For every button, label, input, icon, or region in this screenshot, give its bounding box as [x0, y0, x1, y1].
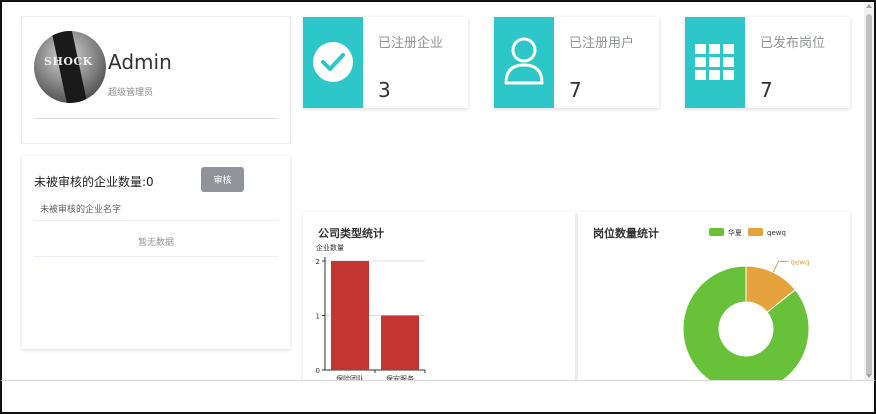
table-divider	[34, 220, 278, 221]
stat-label: 已注册企业	[378, 36, 444, 51]
bar	[381, 315, 419, 370]
profile-divider	[34, 118, 278, 119]
profile-name: Admin	[108, 50, 172, 74]
y-axis-label: 企业数量	[316, 243, 344, 252]
stat-card-companies: 已注册企业 3	[303, 17, 468, 108]
pending-count: 未被审核的企业数量:0	[34, 175, 154, 189]
avatar: SHOCK	[34, 31, 106, 103]
profile-card: SHOCK Admin 超级管理员	[22, 17, 290, 143]
check-circle-icon	[303, 17, 363, 108]
stat-value: 7	[760, 78, 773, 102]
profile-role: 超级管理员	[108, 88, 154, 98]
bar-chart-svg: 企业数量012保险团队 保安服务	[316, 243, 426, 380]
dashboard-viewport: SHOCK Admin 超级管理员 已注册企业 3 已注册用户 7 已发布岗位 …	[2, 2, 864, 380]
stat-label: 已发布岗位	[760, 36, 826, 51]
grid-icon	[685, 17, 745, 108]
legend-label: 华夏	[728, 228, 742, 237]
slice-label: qewq	[791, 258, 810, 266]
label-line	[772, 260, 789, 273]
user-icon	[494, 17, 554, 108]
company-type-chart: 公司类型统计 企业数量 0 1 2 保险团队 保安服务	[303, 212, 575, 380]
bottom-strip	[0, 380, 876, 414]
chart-title: 岗位数量统计	[593, 227, 659, 240]
avatar-logo-text: SHOCK	[44, 55, 93, 68]
y-tick-label: 2	[316, 258, 320, 266]
stat-card-users: 已注册用户 7	[494, 17, 659, 108]
pending-approval-card: 未被审核的企业数量:0 审核 未被审核的企业名字 暂无数据	[22, 156, 290, 349]
legend-swatch	[709, 228, 724, 236]
y-tick-label: 0	[316, 367, 320, 375]
post-count-chart: 岗位数量统计 华夏qewq华夏qewq	[578, 212, 850, 380]
stat-value: 7	[569, 78, 582, 102]
stat-card-posts: 已发布岗位 7	[685, 17, 850, 108]
stat-label: 已注册用户	[569, 36, 635, 51]
audit-button[interactable]: 审核	[201, 167, 244, 192]
y-tick-label: 1	[316, 313, 320, 321]
scroll-thumb[interactable]	[866, 14, 872, 376]
table-divider	[34, 256, 278, 257]
vertical-scrollbar[interactable]	[864, 2, 874, 380]
legend-label: qewq	[767, 229, 786, 237]
scroll-up-icon[interactable]	[866, 4, 872, 8]
scroll-down-icon[interactable]	[866, 374, 872, 378]
legend-swatch	[748, 228, 763, 236]
stat-value: 3	[378, 78, 391, 102]
pending-table-header: 未被审核的企业名字	[40, 205, 122, 215]
bar	[331, 261, 369, 370]
empty-text: 暂无数据	[137, 238, 174, 248]
